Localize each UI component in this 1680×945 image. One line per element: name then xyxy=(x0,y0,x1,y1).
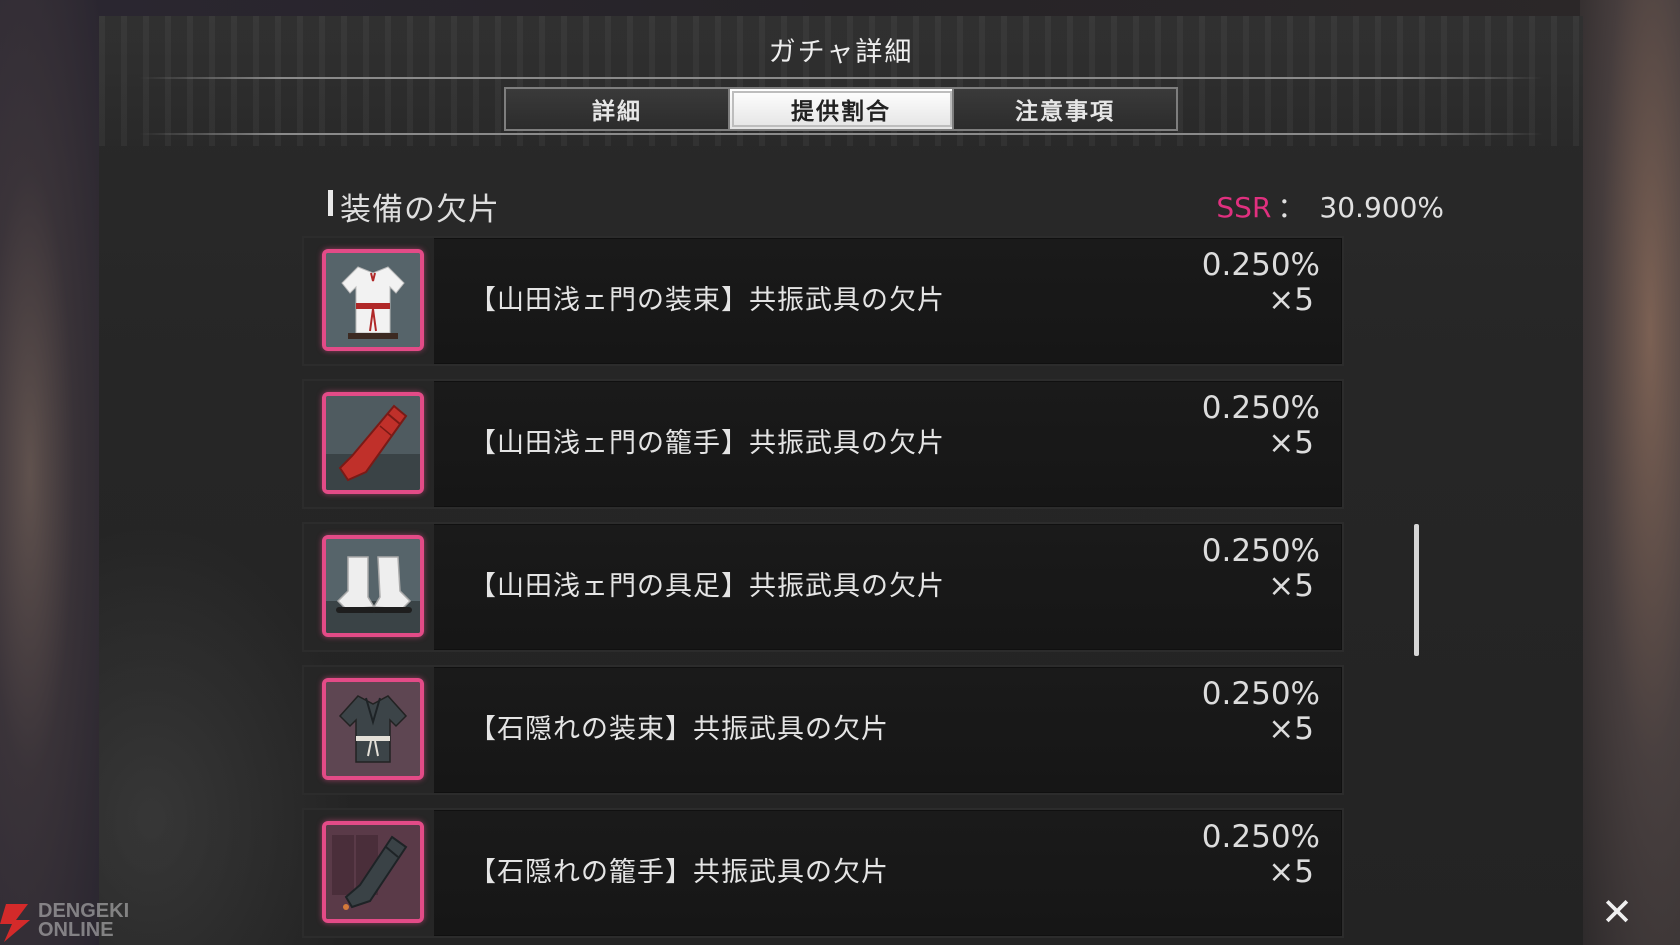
item-rate-value: 0.250% xyxy=(1201,533,1320,569)
item-thumb-cell xyxy=(304,667,434,793)
watermark-text: DENGEKI ONLINE xyxy=(38,901,129,941)
lightning-bolt-icon xyxy=(0,904,30,942)
list-item[interactable]: 【山田浅ェ門の装束】共振武具の欠片 0.250% ×5 xyxy=(302,236,1344,366)
list-item[interactable]: 【山田浅ェ門の具足】共振武具の欠片 0.250% ×5 xyxy=(302,522,1344,652)
section-header: 装備の欠片 SSR： 30.900% xyxy=(328,184,1444,228)
item-name: 【山田浅ェ門の装束】共振武具の欠片 xyxy=(469,285,945,316)
scrollbar-thumb[interactable] xyxy=(1414,524,1419,656)
section-marker xyxy=(328,190,333,216)
item-rate: 0.250% ×5 xyxy=(1202,534,1320,604)
tab-bar: 詳細 提供割合 注意事項 xyxy=(504,87,1178,131)
list-item[interactable]: 【石隠れの装束】共振武具の欠片 0.250% ×5 xyxy=(302,665,1344,795)
dark-robe-icon xyxy=(322,678,424,780)
list-item[interactable]: 【石隠れの籠手】共振武具の欠片 0.250% ×5 xyxy=(302,808,1344,938)
item-list[interactable]: 【山田浅ェ門の装束】共振武具の欠片 0.250% ×5 【山田浅ェ門の籠手】共振… xyxy=(302,236,1344,945)
item-quantity: ×5 xyxy=(1268,425,1314,461)
watermark-logo: DENGEKI ONLINE xyxy=(0,900,130,945)
gacha-detail-dialog: ガチャ詳細 詳細 提供割合 注意事項 装備の欠片 SSR： 30.900% 【山… xyxy=(99,16,1583,945)
item-quantity: ×5 xyxy=(1268,282,1314,318)
red-gauntlet-icon xyxy=(322,392,424,494)
item-rate-value: 0.250% xyxy=(1201,247,1320,283)
list-item[interactable]: 【山田浅ェ門の籠手】共振武具の欠片 0.250% ×5 xyxy=(302,379,1344,509)
item-quantity: ×5 xyxy=(1268,711,1314,747)
dialog-title: ガチャ詳細 xyxy=(768,37,914,68)
rarity-rate-value: 30.900% xyxy=(1319,191,1444,224)
background-blur-right xyxy=(1580,0,1680,945)
watermark-line2: ONLINE xyxy=(38,919,114,941)
item-name: 【石隠れの籠手】共振武具の欠片 xyxy=(469,857,889,888)
rarity-label: SSR xyxy=(1216,191,1272,224)
item-rate-value: 0.250% xyxy=(1201,676,1320,712)
item-rate: 0.250% ×5 xyxy=(1202,820,1320,890)
tab-drop-rates[interactable]: 提供割合 xyxy=(730,89,954,129)
item-thumb-cell xyxy=(304,238,434,364)
item-rate: 0.250% ×5 xyxy=(1202,248,1320,318)
tab-divider xyxy=(139,133,1543,135)
dark-gauntlet-icon xyxy=(322,821,424,923)
item-rate-value: 0.250% xyxy=(1201,819,1320,855)
background-blur-left xyxy=(0,0,100,945)
white-boots-icon xyxy=(322,535,424,637)
item-thumb-cell xyxy=(304,524,434,650)
tab-notes[interactable]: 注意事項 xyxy=(954,89,1176,129)
item-thumb-cell xyxy=(304,381,434,507)
title-divider xyxy=(139,77,1543,79)
tab-details[interactable]: 詳細 xyxy=(506,89,730,129)
item-rate-value: 0.250% xyxy=(1201,390,1320,426)
rarity-separator: ： xyxy=(1277,191,1306,224)
item-name: 【山田浅ェ門の籠手】共振武具の欠片 xyxy=(469,428,945,459)
item-rate: 0.250% ×5 xyxy=(1202,391,1320,461)
white-robe-icon xyxy=(322,249,424,351)
item-quantity: ×5 xyxy=(1268,854,1314,890)
item-quantity: ×5 xyxy=(1268,568,1314,604)
section-title: 装備の欠片 xyxy=(340,192,500,228)
rarity-rate: SSR： 30.900% xyxy=(1216,186,1444,226)
item-rate: 0.250% ×5 xyxy=(1202,677,1320,747)
item-name: 【石隠れの装束】共振武具の欠片 xyxy=(469,714,889,745)
item-thumb-cell xyxy=(304,810,434,936)
close-button[interactable]: ✕ xyxy=(1597,892,1637,932)
item-name: 【山田浅ェ門の具足】共振武具の欠片 xyxy=(469,571,945,602)
